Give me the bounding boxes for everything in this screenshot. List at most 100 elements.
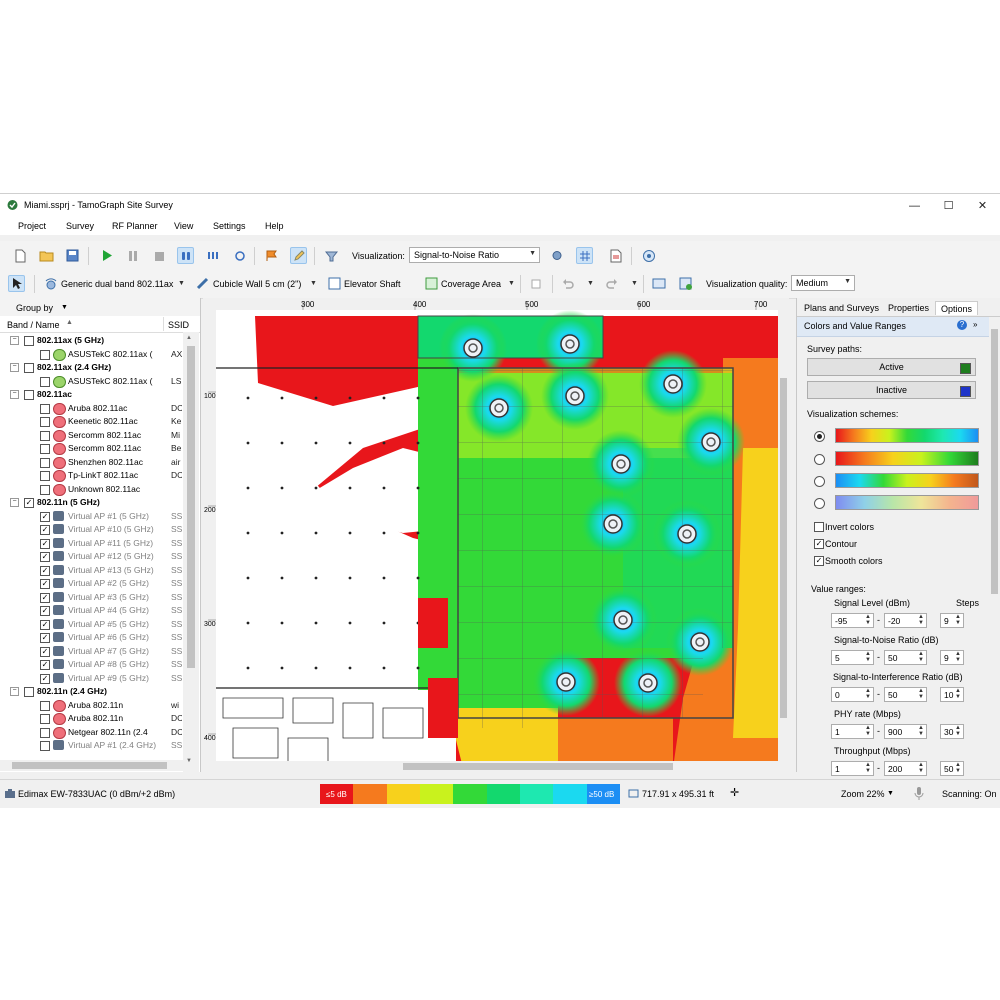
- row-checkbox[interactable]: [24, 390, 34, 400]
- range-min-input[interactable]: 0 ▲ ▼: [831, 687, 874, 702]
- ap-row[interactable]: ✓ Virtual AP #12 (5 GHz) SS: [0, 550, 182, 564]
- row-checkbox[interactable]: [40, 376, 50, 387]
- minimize-button[interactable]: —: [898, 194, 931, 217]
- visualization-select[interactable]: Signal-to-Noise Ratio ▼: [409, 247, 540, 263]
- active-survey-button[interactable]: [205, 247, 222, 264]
- spin-arrows-icon[interactable]: ▲ ▼: [918, 614, 924, 626]
- row-checkbox[interactable]: ✓: [40, 525, 50, 535]
- range-max-input[interactable]: 50 ▲ ▼: [884, 650, 927, 665]
- ap-row[interactable]: ✓ Virtual AP #11 (5 GHz) SS: [0, 537, 182, 551]
- access-point-marker-icon[interactable]: [603, 514, 623, 534]
- grid-button[interactable]: [576, 247, 593, 264]
- band-group-row[interactable]: − 802.11ax (2.4 GHz): [0, 361, 182, 375]
- ap-row[interactable]: Tp-LinkT 802.11ac DC: [0, 469, 182, 483]
- left-scrollbar[interactable]: ▲ ▼: [183, 332, 199, 772]
- row-checkbox[interactable]: [40, 471, 50, 481]
- ap-settings-button[interactable]: [548, 247, 565, 264]
- menu-rf-planner[interactable]: RF Planner: [112, 221, 158, 231]
- row-checkbox[interactable]: ✓: [40, 606, 50, 616]
- access-point-marker-icon[interactable]: [690, 632, 710, 652]
- spin-arrows-icon[interactable]: ▲ ▼: [918, 651, 924, 663]
- chevron-down-icon[interactable]: ▼: [887, 790, 894, 797]
- floor-plan-map[interactable]: 300 400 500 600 700 100 200 300 400: [203, 298, 789, 772]
- row-checkbox[interactable]: [40, 714, 50, 724]
- ap-row[interactable]: Unknown 802.11ac: [0, 483, 182, 497]
- chevron-down-icon[interactable]: ▼: [61, 304, 68, 311]
- range-steps-input[interactable]: 30 ▲ ▼: [940, 724, 964, 739]
- scroll-down-icon[interactable]: ▼: [186, 758, 192, 764]
- range-steps-input[interactable]: 9 ▲ ▼: [940, 613, 964, 628]
- update-button[interactable]: [640, 247, 657, 264]
- row-checkbox[interactable]: ✓: [40, 511, 50, 522]
- ap-row[interactable]: Sercomm 802.11ac Be: [0, 442, 182, 456]
- ssid-column[interactable]: SSID: [168, 320, 189, 330]
- row-checkbox[interactable]: ✓: [40, 579, 50, 589]
- spin-arrows-icon[interactable]: ▲ ▼: [865, 651, 871, 663]
- band-name-column[interactable]: Band / Name: [7, 320, 60, 330]
- access-point-marker-icon[interactable]: [677, 524, 697, 544]
- band-group-row[interactable]: − ✓ 802.11n (5 GHz): [0, 496, 182, 510]
- range-max-input[interactable]: -20 ▲ ▼: [884, 613, 927, 628]
- right-scrollbar[interactable]: [989, 317, 1000, 772]
- collapse-toggle-icon[interactable]: −: [10, 687, 19, 696]
- row-checkbox[interactable]: ✓: [40, 538, 50, 549]
- ap-row[interactable]: ✓ Virtual AP #9 (5 GHz) SS: [0, 672, 182, 686]
- spin-arrows-icon[interactable]: ▲ ▼: [955, 651, 961, 663]
- access-point-marker-icon[interactable]: [556, 672, 576, 692]
- row-checkbox[interactable]: [40, 484, 50, 495]
- row-checkbox[interactable]: [40, 700, 50, 711]
- menu-help[interactable]: Help: [265, 221, 284, 231]
- gps-button[interactable]: [231, 247, 248, 264]
- new-project-button[interactable]: [12, 247, 29, 264]
- move-icon[interactable]: ✛: [730, 786, 739, 799]
- open-project-button[interactable]: [38, 247, 55, 264]
- zoom-level[interactable]: Zoom 22%: [841, 789, 885, 799]
- row-checkbox[interactable]: [24, 336, 34, 346]
- redo-button[interactable]: [603, 275, 620, 292]
- row-checkbox[interactable]: [40, 417, 50, 427]
- band-group-row[interactable]: − 802.11ax (5 GHz): [0, 334, 182, 348]
- pause-survey-button[interactable]: [124, 247, 141, 264]
- range-min-input[interactable]: 1 ▲ ▼: [831, 724, 874, 739]
- range-max-input[interactable]: 900 ▲ ▼: [884, 724, 927, 739]
- group-by-button[interactable]: Group by: [16, 303, 53, 313]
- chevron-down-icon[interactable]: ▼: [587, 280, 594, 287]
- spin-arrows-icon[interactable]: ▲ ▼: [955, 725, 961, 737]
- chevron-down-icon[interactable]: ▼: [178, 280, 185, 287]
- row-checkbox[interactable]: [24, 363, 34, 373]
- ap-row[interactable]: ✓ Virtual AP #5 (5 GHz) SS: [0, 618, 182, 632]
- coverage-area-tool[interactable]: Coverage Area: [441, 279, 501, 289]
- access-point-marker-icon[interactable]: [560, 334, 580, 354]
- ap-row[interactable]: Virtual AP #1 (2.4 GHz) SS: [0, 739, 182, 753]
- save-project-button[interactable]: [64, 247, 81, 264]
- spin-arrows-icon[interactable]: ▲ ▼: [955, 688, 961, 700]
- ap-row[interactable]: Aruba 802.11n DC: [0, 712, 182, 726]
- undo-button[interactable]: [560, 275, 577, 292]
- access-point-marker-icon[interactable]: [565, 386, 585, 406]
- quality-select[interactable]: Medium ▼: [791, 275, 855, 291]
- hscroll-thumb[interactable]: [12, 762, 167, 769]
- access-point-marker-icon[interactable]: [489, 398, 509, 418]
- map-hscroll-thumb[interactable]: [403, 763, 673, 770]
- ap-config-button[interactable]: [677, 275, 694, 292]
- wall-type-tool[interactable]: Cubicle Wall 5 cm (2"): [213, 279, 301, 289]
- row-checkbox[interactable]: [40, 741, 50, 751]
- ap-row[interactable]: ✓ Virtual AP #3 (5 GHz) SS: [0, 591, 182, 605]
- ap-row[interactable]: ✓ Virtual AP #13 (5 GHz) SS: [0, 564, 182, 578]
- chevron-down-icon[interactable]: ▼: [508, 280, 515, 287]
- row-checkbox[interactable]: ✓: [40, 633, 50, 643]
- chevron-down-icon[interactable]: ▼: [631, 280, 638, 287]
- row-checkbox[interactable]: ✓: [40, 673, 50, 684]
- ap-row[interactable]: ✓ Virtual AP #8 (5 GHz) SS: [0, 658, 182, 672]
- range-steps-input[interactable]: 50 ▲ ▼: [940, 761, 964, 776]
- row-checkbox[interactable]: [40, 727, 50, 738]
- access-point-marker-icon[interactable]: [463, 338, 483, 358]
- ap-row[interactable]: Aruba 802.11ac DC: [0, 402, 182, 416]
- access-point-marker-icon[interactable]: [611, 454, 631, 474]
- range-steps-input[interactable]: 10 ▲ ▼: [940, 687, 964, 702]
- scroll-thumb[interactable]: [187, 346, 195, 668]
- ap-row[interactable]: ✓ Virtual AP #4 (5 GHz) SS: [0, 604, 182, 618]
- filter-button[interactable]: [323, 247, 340, 264]
- row-checkbox[interactable]: ✓: [40, 592, 50, 603]
- range-steps-input[interactable]: 9 ▲ ▼: [940, 650, 964, 665]
